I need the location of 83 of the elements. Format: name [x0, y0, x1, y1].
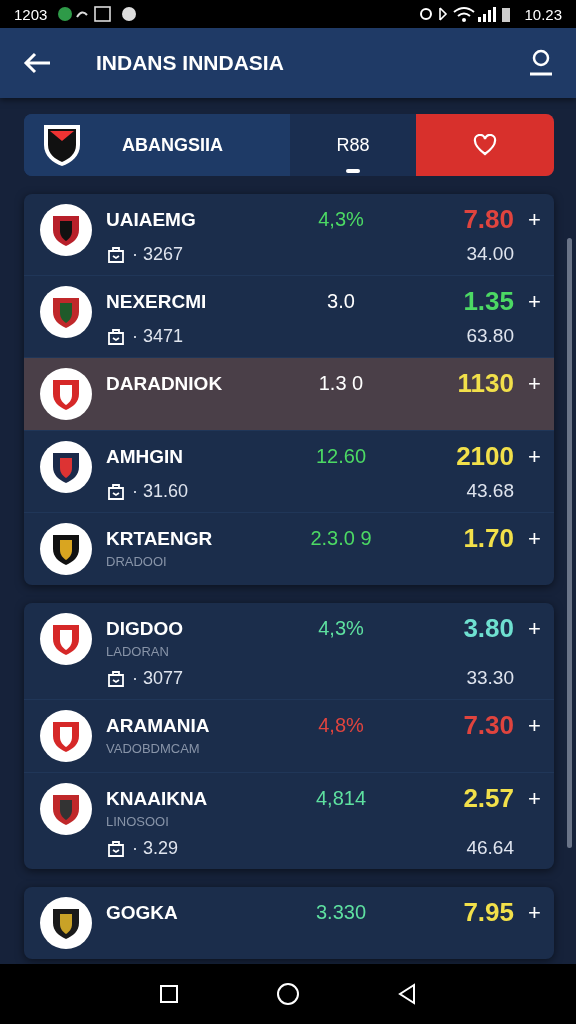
- change-value: 4,814: [314, 787, 368, 810]
- team-subtitle: LINOSOOI: [106, 814, 170, 829]
- team-crest-icon: [40, 897, 92, 949]
- tab[interactable]: R88: [290, 114, 416, 176]
- change-value: 3.0: [326, 290, 356, 313]
- team-name: DARADNIOK: [106, 372, 224, 395]
- team-row[interactable]: DIGDOO 4,3% 3.80 + LADORAN · 3077 33.30: [24, 603, 554, 700]
- team-row[interactable]: KNAAIKNA 4,814 2.57 + LINOSOOI · 3.29 46.64: [24, 773, 554, 869]
- team-row[interactable]: AMHGIN 12.60 2100 + · 31.60 43.68: [24, 431, 554, 513]
- add-button[interactable]: +: [528, 443, 554, 470]
- total-value: 63.80: [465, 325, 514, 347]
- add-button[interactable]: +: [528, 370, 554, 397]
- change-value: 4,3%: [317, 617, 365, 640]
- add-button[interactable]: +: [528, 899, 554, 926]
- change-value: 3.330: [314, 901, 368, 924]
- recents-icon[interactable]: [158, 984, 179, 1004]
- total-value: 33.30: [465, 667, 514, 689]
- add-button[interactable]: +: [528, 785, 554, 812]
- odds-value: 2100: [455, 441, 514, 472]
- team-name: ARAMANIA: [106, 714, 211, 737]
- heart-icon: [473, 134, 497, 156]
- odds-value: 1.70: [462, 523, 514, 554]
- add-button[interactable]: +: [528, 206, 554, 233]
- team-name: NEXERCMI: [106, 290, 208, 313]
- change-value: 2.3.0 9: [309, 527, 373, 550]
- change-value: 4,8%: [317, 714, 365, 737]
- add-button[interactable]: +: [528, 288, 554, 315]
- team-crest-icon: [40, 710, 92, 762]
- total-value: 34.00: [465, 243, 514, 265]
- team-row[interactable]: ARAMANIA 4,8% 7.30 + VADOBDMCAM: [24, 700, 554, 773]
- team-row[interactable]: GOGKA 3.330 7.95 +: [24, 887, 554, 959]
- stat-value: · 3.29: [132, 837, 179, 859]
- stat-value: · 3267: [132, 243, 184, 265]
- team-row[interactable]: UAIAEMG 4,3% 7.80 + · 3267 34.00: [24, 194, 554, 276]
- odds-value: 7.30: [462, 710, 514, 741]
- team-name: KRTAENGR: [106, 527, 214, 550]
- odds-value: 1130: [456, 368, 514, 399]
- status-text: 10.23: [524, 5, 562, 23]
- team-name: DIGDOO: [106, 617, 185, 640]
- home-icon[interactable]: [276, 982, 300, 1006]
- team-crest-icon: [40, 783, 92, 835]
- team-subtitle: VADOBDMCAM: [106, 741, 201, 756]
- team-crest-icon: [42, 122, 82, 168]
- back-arrow-icon[interactable]: [22, 51, 52, 75]
- stat-value: · 3471: [132, 325, 184, 347]
- odds-value: 3.80: [462, 613, 514, 644]
- odds-value: 7.80: [462, 204, 514, 235]
- team-crest-icon: [40, 368, 92, 420]
- bag-icon: [106, 244, 126, 264]
- bag-icon: [106, 838, 126, 858]
- add-button[interactable]: +: [528, 615, 554, 642]
- total-value: 46.64: [465, 837, 514, 859]
- stat-value: · 31.60: [132, 480, 189, 502]
- status-time: 1203: [14, 5, 48, 23]
- odds-value: 7.95: [462, 897, 514, 928]
- bag-icon: [106, 481, 126, 501]
- team-name: KNAAIKNA: [106, 787, 209, 810]
- change-value: 12.60: [314, 445, 368, 468]
- team-crest-icon: [40, 286, 92, 338]
- total-value: 43.68: [465, 480, 514, 502]
- team-name: AMHGIN: [106, 445, 185, 468]
- odds-value: 2.57: [462, 783, 514, 814]
- team-crest-icon: [40, 441, 92, 493]
- change-value: 4,3%: [317, 208, 365, 231]
- add-button[interactable]: +: [528, 525, 554, 552]
- team-crest-icon: [40, 523, 92, 575]
- team-name: UAIAEMG: [106, 208, 197, 231]
- team-name: GOGKA: [106, 901, 179, 924]
- odds-value: 1.35: [462, 286, 514, 317]
- team-crest-icon: [40, 204, 92, 256]
- bag-icon: [106, 326, 126, 346]
- team-crest-icon: [40, 613, 92, 665]
- change-value: 1.3 0: [317, 372, 365, 395]
- screen-title: INDANS INNDASIA: [96, 51, 285, 75]
- team-row[interactable]: KRTAENGR 2.3.0 9 1.70 + DRADOOI: [24, 513, 554, 585]
- team-row[interactable]: DARADNIOK 1.3 0 1130 +: [24, 358, 554, 431]
- add-button[interactable]: +: [528, 712, 554, 739]
- stat-value: · 3077: [132, 667, 184, 689]
- team-subtitle: LADORAN: [106, 644, 170, 659]
- team-subtitle: DRADOOI: [106, 554, 168, 569]
- back-icon[interactable]: [397, 983, 418, 1005]
- bag-icon: [106, 668, 126, 688]
- profile-icon[interactable]: [528, 49, 554, 77]
